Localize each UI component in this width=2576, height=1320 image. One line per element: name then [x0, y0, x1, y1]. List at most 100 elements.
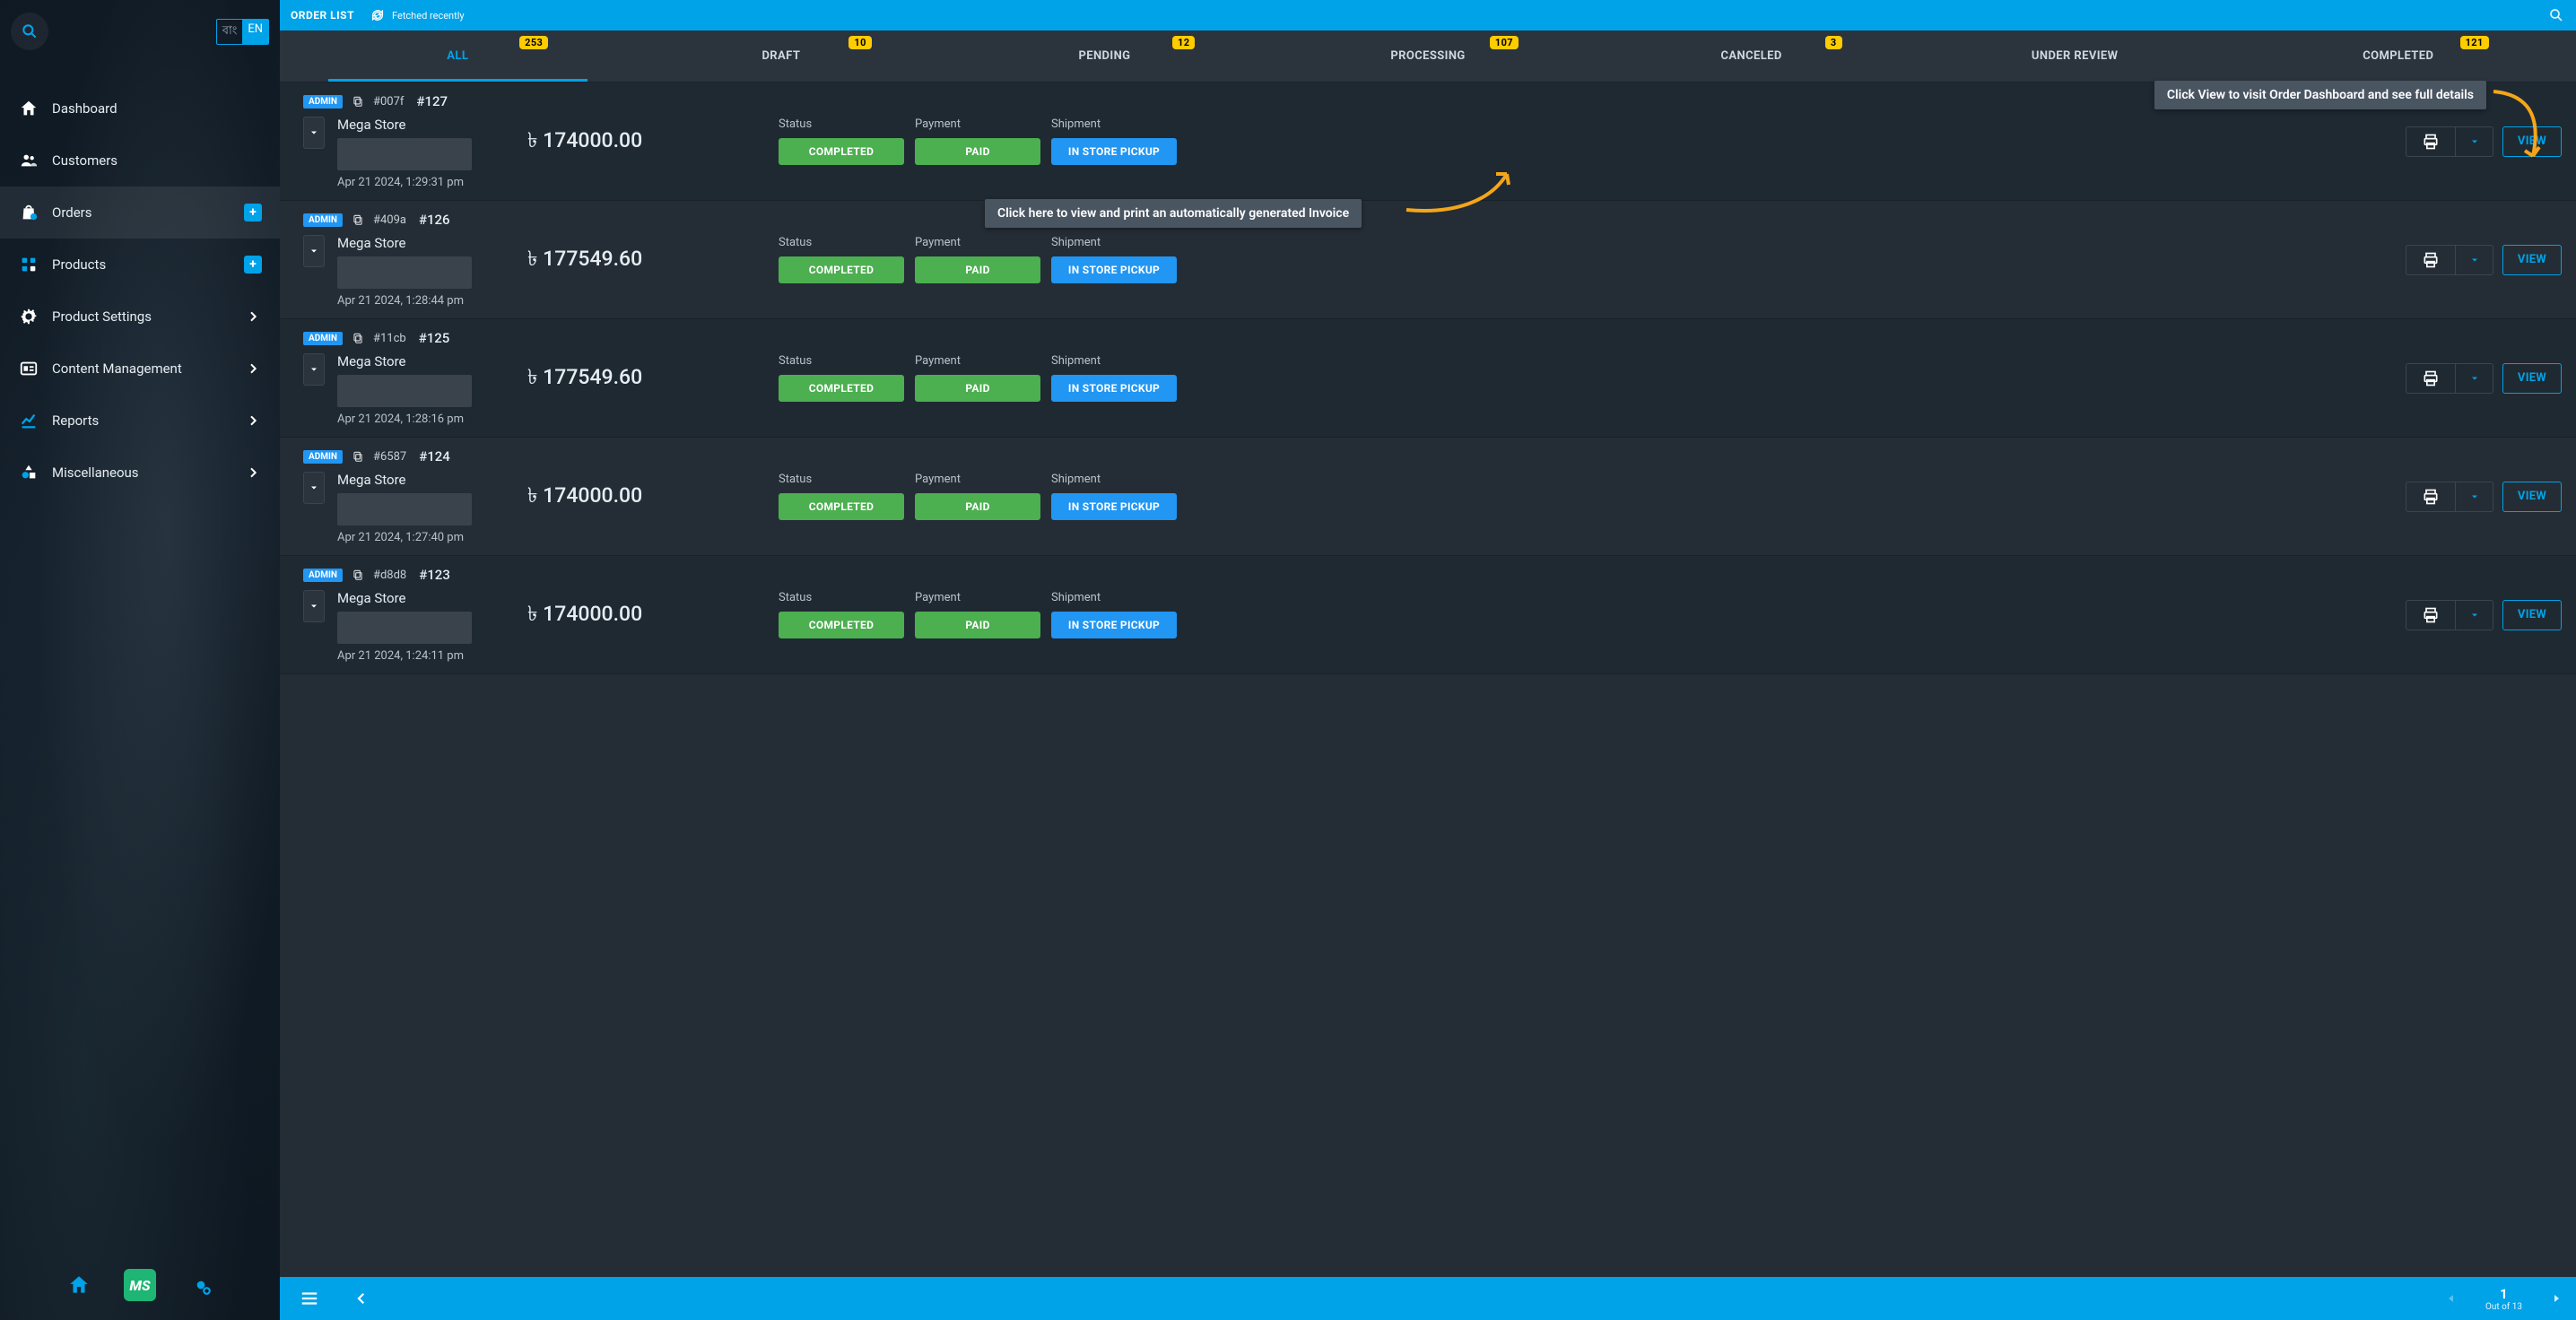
print-invoice-button[interactable]: [2406, 126, 2456, 157]
sidebar-item-label: Products: [52, 256, 244, 273]
payment-label: Payment: [915, 591, 1040, 604]
add-product-button[interactable]: +: [244, 256, 262, 274]
print-invoice-button[interactable]: [2406, 482, 2456, 512]
menu-button[interactable]: [294, 1283, 325, 1314]
shipment-pill[interactable]: IN STORE PICKUP: [1051, 493, 1177, 520]
sidebar-item-miscellaneous[interactable]: Miscellaneous: [0, 447, 280, 499]
sidebar-item-dashboard[interactable]: Dashboard: [0, 82, 280, 135]
tab-badge: 10: [849, 36, 871, 49]
tab-all[interactable]: ALL 253: [296, 30, 620, 82]
sidebar-item-label: Customers: [52, 152, 262, 169]
copy-icon[interactable]: [352, 569, 364, 581]
sidebar-item-reports[interactable]: Reports: [0, 395, 280, 447]
copy-icon[interactable]: [352, 95, 364, 108]
settings-button[interactable]: [184, 1268, 218, 1302]
sidebar-item-label: Product Settings: [52, 308, 244, 325]
tab-processing[interactable]: PROCESSING 107: [1266, 30, 1590, 82]
topbar-search-button[interactable]: [2547, 6, 2565, 24]
order-amount: ৳ 174000.00: [527, 597, 761, 632]
status-pill[interactable]: COMPLETED: [779, 138, 904, 165]
view-order-button[interactable]: VIEW: [2502, 245, 2562, 275]
print-invoice-button[interactable]: [2406, 245, 2456, 275]
sidebar-item-products[interactable]: Products +: [0, 239, 280, 291]
shipment-pill[interactable]: IN STORE PICKUP: [1051, 612, 1177, 638]
back-button[interactable]: [346, 1283, 377, 1314]
copy-icon[interactable]: [352, 213, 364, 226]
triangle-right-icon: [2551, 1293, 2562, 1304]
order-timestamp: Apr 21 2024, 1:28:16 pm: [337, 412, 472, 426]
store-switcher-button[interactable]: MS: [123, 1268, 157, 1302]
print-options-button[interactable]: [2456, 245, 2493, 275]
customer-placeholder: [337, 256, 472, 289]
tab-completed[interactable]: COMPLETED 121: [2236, 30, 2560, 82]
tab-pending[interactable]: PENDING 12: [943, 30, 1266, 82]
home-icon: [18, 98, 39, 119]
view-order-button[interactable]: VIEW: [2502, 126, 2562, 157]
copy-icon[interactable]: [352, 450, 364, 463]
view-order-button[interactable]: VIEW: [2502, 600, 2562, 630]
row-expand-button[interactable]: [303, 353, 325, 386]
payment-pill[interactable]: PAID: [915, 256, 1040, 283]
add-order-button[interactable]: +: [244, 204, 262, 221]
view-order-button[interactable]: VIEW: [2502, 363, 2562, 394]
status-pill[interactable]: COMPLETED: [779, 256, 904, 283]
shipment-pill[interactable]: IN STORE PICKUP: [1051, 138, 1177, 165]
row-expand-button[interactable]: [303, 590, 325, 622]
payment-label: Payment: [915, 354, 1040, 368]
sidebar-search-button[interactable]: [11, 13, 48, 50]
payment-pill[interactable]: PAID: [915, 493, 1040, 520]
home-button[interactable]: [62, 1268, 96, 1302]
lang-en[interactable]: EN: [242, 20, 268, 44]
print-invoice-button[interactable]: [2406, 363, 2456, 394]
chevron-right-icon: [244, 360, 262, 378]
lang-bn[interactable]: বাং: [217, 20, 243, 44]
print-invoice-button[interactable]: [2406, 600, 2456, 630]
page-prev-button[interactable]: [2446, 1293, 2457, 1304]
print-options-button[interactable]: [2456, 600, 2493, 630]
order-hash: #6587: [373, 450, 406, 464]
row-expand-button[interactable]: [303, 472, 325, 504]
order-number: #123: [419, 567, 450, 583]
status-pill[interactable]: COMPLETED: [779, 493, 904, 520]
payment-pill[interactable]: PAID: [915, 375, 1040, 402]
chevron-right-icon: [244, 464, 262, 482]
print-options-button[interactable]: [2456, 126, 2493, 157]
tab-canceled[interactable]: CANCELED 3: [1589, 30, 1913, 82]
status-pill[interactable]: COMPLETED: [779, 612, 904, 638]
shipment-pill[interactable]: IN STORE PICKUP: [1051, 375, 1177, 402]
status-pill[interactable]: COMPLETED: [779, 375, 904, 402]
admin-chip: ADMIN: [303, 332, 343, 345]
order-row: ADMIN #11cb #125 Mega Store Apr 21 2024,…: [280, 319, 2576, 438]
payment-pill[interactable]: PAID: [915, 138, 1040, 165]
printer-icon: [2422, 133, 2440, 151]
shipment-pill[interactable]: IN STORE PICKUP: [1051, 256, 1177, 283]
store-name: Mega Store: [337, 590, 472, 606]
tab-label: UNDER REVIEW: [2032, 49, 2119, 63]
order-timestamp: Apr 21 2024, 1:27:40 pm: [337, 531, 472, 544]
print-options-button[interactable]: [2456, 482, 2493, 512]
sidebar-nav: Dashboard Customers Orders + Product: [0, 82, 280, 499]
row-expand-button[interactable]: [303, 235, 325, 267]
tab-under-review[interactable]: UNDER REVIEW: [1913, 30, 2237, 82]
caret-down-icon: [2469, 610, 2480, 621]
page-next-button[interactable]: [2551, 1293, 2562, 1304]
sidebar-item-customers[interactable]: Customers: [0, 135, 280, 187]
grid-icon: [18, 254, 39, 275]
refresh-indicator[interactable]: Fetched recently: [370, 8, 465, 22]
view-button-label: VIEW: [2518, 253, 2546, 266]
language-toggle[interactable]: বাং EN: [216, 19, 269, 45]
caret-down-icon: [2469, 255, 2480, 265]
shipment-label: Shipment: [1051, 117, 1177, 131]
sidebar-item-product-settings[interactable]: Product Settings: [0, 291, 280, 343]
sidebar-item-content-management[interactable]: Content Management: [0, 343, 280, 395]
view-order-button[interactable]: VIEW: [2502, 482, 2562, 512]
sidebar-item-label: Content Management: [52, 360, 244, 377]
print-options-button[interactable]: [2456, 363, 2493, 394]
payment-pill[interactable]: PAID: [915, 612, 1040, 638]
row-expand-button[interactable]: [303, 117, 325, 149]
sidebar-item-orders[interactable]: Orders +: [0, 187, 280, 239]
copy-icon[interactable]: [352, 332, 364, 344]
pagination: 1 Out of 13: [2446, 1286, 2562, 1312]
tab-draft[interactable]: DRAFT 10: [620, 30, 944, 82]
caret-down-icon: [2469, 491, 2480, 502]
